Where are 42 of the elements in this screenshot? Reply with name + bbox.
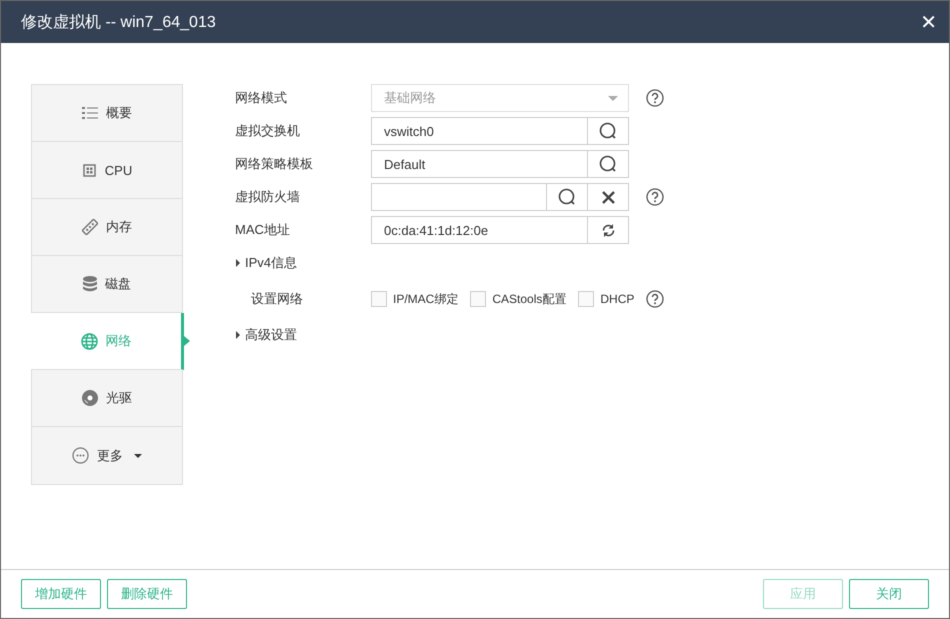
input-field[interactable]: Default [371, 150, 588, 178]
section-toggle[interactable]: 高级设置 [235, 321, 664, 349]
caret-right-icon [235, 331, 241, 339]
search-button[interactable] [588, 117, 629, 145]
list-icon [82, 106, 98, 120]
field-label: 网络模式 [235, 89, 288, 107]
input-field[interactable] [371, 183, 547, 211]
search-button[interactable] [588, 150, 629, 178]
field-label: 设置网络 [250, 290, 304, 308]
database-icon [83, 276, 97, 292]
caret-right-icon [235, 259, 241, 267]
search-button[interactable] [547, 183, 588, 211]
search-icon [599, 122, 617, 140]
checkbox-option[interactable]: CAStools配置 [470, 290, 566, 308]
section-toggle[interactable]: IPv4信息 [235, 249, 664, 277]
input-field[interactable]: vswitch0 [371, 117, 588, 145]
field-label: MAC地址 [235, 221, 291, 239]
clear-icon [602, 190, 614, 204]
checkbox[interactable] [470, 291, 486, 307]
checkbox-option[interactable]: IP/MAC绑定 [371, 290, 458, 308]
search-icon [599, 155, 617, 173]
field-label: 虚拟防火墙 [235, 188, 301, 206]
memory-stick-icon [82, 219, 98, 235]
field-label: 网络策略模板 [235, 155, 314, 173]
help-icon[interactable] [646, 290, 664, 308]
search-icon [558, 188, 576, 206]
checkbox[interactable] [578, 291, 594, 307]
globe-icon [80, 332, 98, 350]
chip-icon [82, 162, 97, 178]
more-icon [72, 447, 89, 464]
input-field[interactable]: 0c:da:41:1d:12:0e [371, 216, 588, 244]
pointer-icon [184, 336, 190, 346]
checkbox[interactable] [371, 291, 387, 307]
help-icon[interactable] [646, 188, 664, 206]
clear-button[interactable] [588, 183, 629, 211]
refresh-icon [600, 222, 616, 238]
disc-icon [82, 390, 98, 406]
window-title: 修改虚拟机 -- win7_64_013 [21, 12, 216, 32]
refresh-button[interactable] [588, 216, 629, 244]
checkbox-option[interactable]: DHCP [578, 291, 634, 307]
field-label: 虚拟交换机 [235, 122, 301, 140]
close-button[interactable]: ✕ [920, 10, 937, 34]
